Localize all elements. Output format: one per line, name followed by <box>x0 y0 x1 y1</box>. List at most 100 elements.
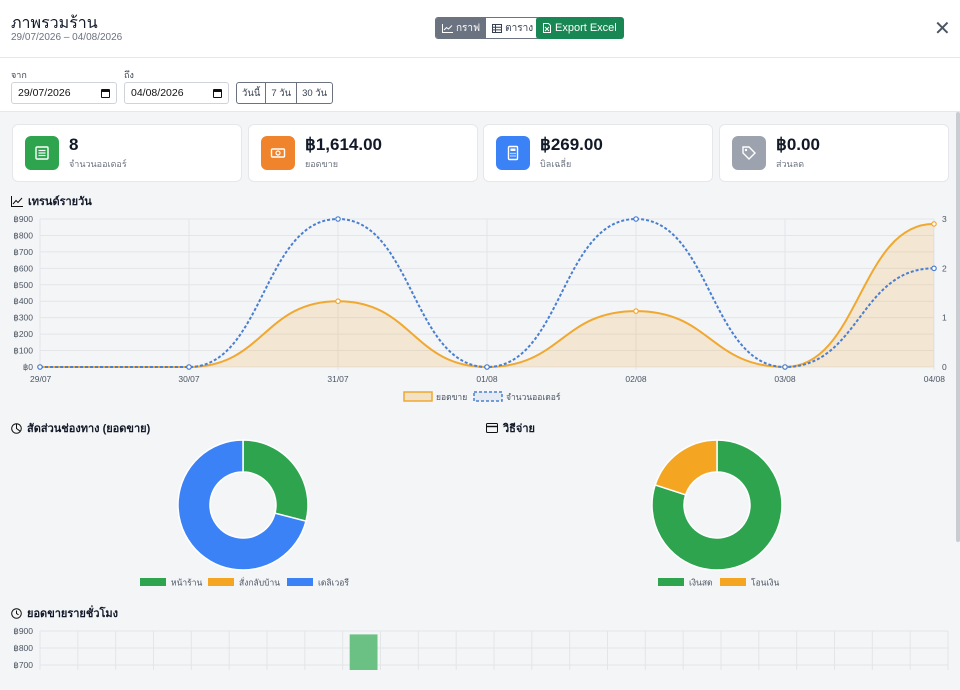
stat-orders-value: 8 <box>69 135 79 154</box>
stat-sales-value: ฿1,614.00 <box>305 135 382 154</box>
legend-label: หน้าร้าน <box>171 578 203 588</box>
export-excel-button[interactable]: Export Excel <box>536 17 624 39</box>
modal-header: ภาพรวมร้าน 29/07/2026 – 04/08/2026 กราฟ … <box>0 0 960 58</box>
table-view-button[interactable]: ตาราง <box>486 18 540 38</box>
legend-label: เดลิเวอรี <box>318 578 349 588</box>
y-axis-tick: ฿800 <box>13 643 33 653</box>
orders-point <box>931 265 937 272</box>
payment-section-title: วิธีจ่าย <box>486 419 535 437</box>
legend-orders-swatch <box>473 391 503 402</box>
legend-swatch <box>208 578 234 586</box>
legend-swatch <box>287 578 313 586</box>
donut-slice-1 <box>242 439 309 523</box>
y-axis-right-tick: 0 <box>942 362 947 372</box>
sales-point <box>931 221 937 227</box>
y-axis-left-tick: ฿900 <box>13 214 33 224</box>
clock-icon <box>11 607 22 619</box>
orders-point <box>484 364 490 370</box>
payment-donut-chart: เงินสด โอนเงิน <box>651 439 783 588</box>
legend-swatch <box>140 578 166 586</box>
stat-sales-label: ยอดขาย <box>305 159 339 169</box>
legend-sales-swatch <box>403 391 433 402</box>
x-axis-tick: 03/08 <box>774 374 796 384</box>
stat-card-discount: ฿0.00 ส่วนลด <box>719 124 949 182</box>
x-axis-tick: 30/07 <box>178 374 200 384</box>
quick-range-group: วันนี้ 7 วัน 30 วัน <box>236 82 334 104</box>
credit-card-icon <box>486 423 498 433</box>
orders-point <box>186 364 192 370</box>
quick-7days-button[interactable]: 7 วัน <box>266 83 298 103</box>
legend-swatch <box>658 578 684 586</box>
calendar-icon[interactable] <box>213 88 222 98</box>
x-axis-tick: 02/08 <box>625 374 647 384</box>
y-axis-left-tick: ฿200 <box>13 329 33 339</box>
stat-discount-value: ฿0.00 <box>776 135 820 154</box>
receipt-icon <box>25 136 59 170</box>
x-axis-tick: 01/08 <box>476 374 498 384</box>
close-icon[interactable]: ✕ <box>934 19 951 39</box>
line-chart-icon <box>11 195 23 207</box>
y-axis-left-tick: ฿500 <box>13 280 33 290</box>
to-date-value: 04/08/2026 <box>131 87 184 99</box>
stat-card-orders: 8 จำนวนออเดอร์ <box>12 124 242 182</box>
view-toggle: กราฟ ตาราง <box>435 17 541 39</box>
y-axis-tick: ฿900 <box>13 626 33 636</box>
y-axis-left-tick: ฿100 <box>13 346 33 356</box>
calendar-icon[interactable] <box>101 88 110 98</box>
stat-card-average-bill: ฿269.00 บิลเฉลี่ย <box>483 124 713 182</box>
orders-point <box>335 216 341 222</box>
graph-view-button[interactable]: กราฟ <box>436 18 487 38</box>
orders-point <box>633 216 639 222</box>
from-date-input[interactable]: 29/07/2026 <box>11 82 117 104</box>
orders-point <box>37 364 43 370</box>
y-axis-left-tick: ฿600 <box>13 263 33 273</box>
stat-card-sales: ฿1,614.00 ยอดขาย <box>248 124 478 182</box>
x-axis-tick: 31/07 <box>327 374 349 384</box>
graph-view-label: กราฟ <box>456 22 481 34</box>
legend-sales-label: ยอดขาย <box>436 392 467 402</box>
y-axis-left-tick: ฿0 <box>23 362 33 372</box>
to-label: ถึง <box>124 70 134 80</box>
date-filter-bar: จาก 29/07/2026 ถึง 04/08/2026 วันนี้ 7 ว… <box>0 58 960 112</box>
x-axis-tick: 04/08 <box>924 374 946 384</box>
hourly-title-text: ยอดขายรายชั่วโมง <box>27 608 119 620</box>
from-date-value: 29/07/2026 <box>18 87 71 99</box>
legend-label: โอนเงิน <box>751 578 780 588</box>
stat-average-label: บิลเฉลี่ย <box>540 159 572 169</box>
table-view-label: ตาราง <box>505 22 534 34</box>
orders-point <box>782 364 788 370</box>
line-chart-icon <box>442 23 453 33</box>
y-axis-left-tick: ฿800 <box>13 230 33 240</box>
legend-swatch <box>720 578 746 586</box>
quick-today-button[interactable]: วันนี้ <box>237 83 267 103</box>
x-axis-tick: 29/07 <box>30 374 52 384</box>
stat-discount-label: ส่วนลด <box>776 159 805 169</box>
stat-orders-label: จำนวนออเดอร์ <box>69 159 127 169</box>
y-axis-left-tick: ฿400 <box>13 296 33 306</box>
hourly-bar-chart: ฿900 ฿800 ฿700 <box>13 626 949 670</box>
y-axis-right-tick: 1 <box>942 313 947 323</box>
y-axis-right-tick: 2 <box>942 263 947 273</box>
sales-point <box>633 308 639 314</box>
cash-icon <box>261 136 295 170</box>
y-axis-left-tick: ฿300 <box>13 313 33 323</box>
table-icon <box>492 23 503 33</box>
donut-slice-2 <box>654 439 718 496</box>
to-date-input[interactable]: 04/08/2026 <box>124 82 229 104</box>
y-axis-left-tick: ฿700 <box>13 247 33 257</box>
trend-chart: ฿0฿100฿200฿300฿400฿500฿600฿700฿800฿90001… <box>13 214 947 402</box>
legend-label: เงินสด <box>689 578 713 588</box>
hourly-section-title: ยอดขายรายชั่วโมง <box>11 604 118 622</box>
legend-label: สั่งกลับบ้าน <box>239 577 280 588</box>
payment-title-text: วิธีจ่าย <box>503 423 535 435</box>
page-scrollbar[interactable] <box>956 112 960 542</box>
date-range-subtitle: 29/07/2026 – 04/08/2026 <box>11 32 123 43</box>
y-axis-tick: ฿700 <box>13 660 33 670</box>
tag-icon <box>732 136 766 170</box>
stat-average-value: ฿269.00 <box>540 135 603 154</box>
channel-donut-chart: หน้าร้าน สั่งกลับบ้าน เดลิเวอรี <box>140 439 349 588</box>
hourly-bar <box>349 634 378 670</box>
quick-30days-button[interactable]: 30 วัน <box>297 83 332 103</box>
y-axis-right-tick: 3 <box>942 214 947 224</box>
pie-chart-icon <box>11 422 22 434</box>
